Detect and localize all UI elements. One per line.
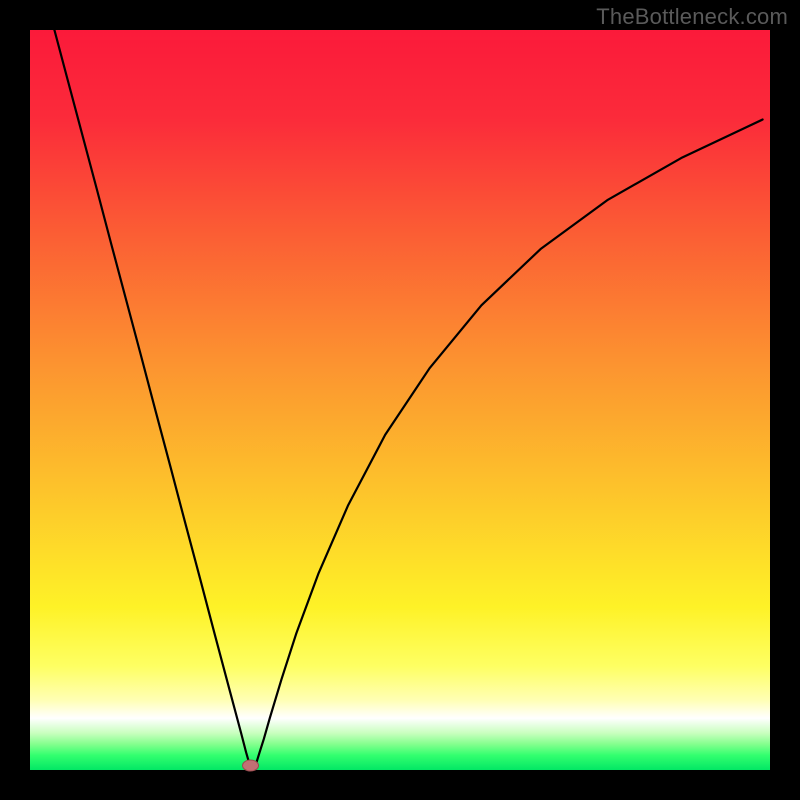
- chart-canvas: [0, 0, 800, 800]
- optimum-marker: [243, 760, 259, 771]
- watermark-text: TheBottleneck.com: [596, 4, 788, 30]
- plot-background: [30, 30, 770, 770]
- chart-frame: TheBottleneck.com: [0, 0, 800, 800]
